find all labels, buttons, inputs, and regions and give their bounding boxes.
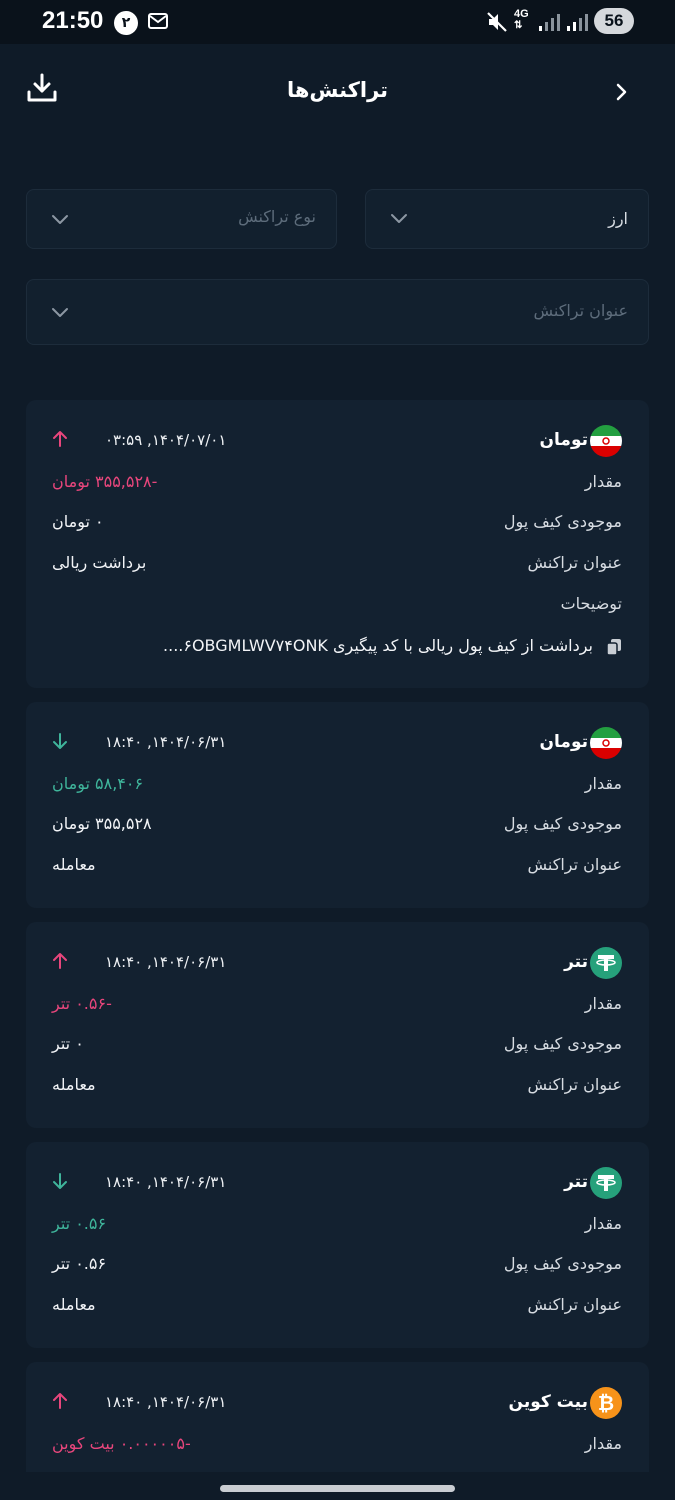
balance-value: ۳۵۵,۵۲۸ تومان (52, 814, 152, 833)
amount-row: مقدار ۰.۵۶ تتر (26, 1214, 649, 1244)
transaction-card[interactable]: تتر ۱۸:۴۰ ,۱۴۰۴/۰۶/۳۱ مقدار -۰.۵۶ تتر مو… (26, 922, 649, 1128)
balance-value: ۰ تومان (52, 512, 104, 531)
amount-value: -۰.۰۰۰۰۰۵ بیت کوین (52, 1434, 191, 1453)
transaction-header: تتر ۱۸:۴۰ ,۱۴۰۴/۰۶/۳۱ (26, 1167, 649, 1202)
svg-text:₿: ₿ (598, 1391, 614, 1415)
transaction-title-placeholder: عنوان تراکنش (533, 301, 629, 320)
arrow-up-icon (53, 431, 67, 447)
mute-icon (487, 12, 507, 32)
amount-row: مقدار -۰.۵۶ تتر (26, 994, 649, 1024)
currency-name: تتر (564, 952, 588, 972)
transaction-card[interactable]: تتر ۱۸:۴۰ ,۱۴۰۴/۰۶/۳۱ مقدار ۰.۵۶ تتر موج… (26, 1142, 649, 1348)
transaction-card[interactable]: تومان ۱۸:۴۰ ,۱۴۰۴/۰۶/۳۱ مقدار ۵۸,۴۰۶ توم… (26, 702, 649, 908)
transaction-header: ₿ بیت کوین ۱۸:۴۰ ,۱۴۰۴/۰۶/۳۱ (26, 1387, 649, 1422)
status-time: 21:50 (42, 7, 104, 34)
transaction-type-filter-select[interactable]: نوع تراکنش (26, 189, 337, 249)
amount-value: ۰.۵۶ تتر (52, 1214, 107, 1233)
network-type: 4G ⇅ (514, 8, 529, 32)
tether-icon (590, 947, 622, 979)
description-label: توضیحات (560, 594, 622, 613)
tx-title-label: عنوان تراکنش (527, 855, 623, 874)
balance-label: موجودی کیف پول (503, 512, 622, 531)
currency-name: تومان (539, 430, 588, 450)
tether-icon (590, 1167, 622, 1199)
title-row: عنوان تراکنش معامله (26, 1075, 649, 1105)
transaction-datetime: ۱۸:۴۰ ,۱۴۰۴/۰۶/۳۱ (105, 1173, 227, 1191)
amount-value: -۰.۵۶ تتر (52, 994, 112, 1013)
bitcoin-icon: ₿ (590, 1387, 622, 1419)
transaction-datetime: ۱۸:۴۰ ,۱۴۰۴/۰۶/۳۱ (105, 733, 227, 751)
tx-title-label: عنوان تراکنش (527, 553, 623, 572)
iran-flag-icon (590, 425, 622, 457)
chevron-down-icon (52, 308, 68, 317)
chevron-down-icon (52, 215, 68, 224)
currency-name: بیت کوین (508, 1392, 588, 1412)
page-title: تراکنش‌ها (286, 78, 389, 102)
currency-filter-select[interactable]: ارز (365, 189, 649, 249)
title-row: عنوان تراکنش معامله (26, 855, 649, 885)
arrow-down-icon (53, 1173, 67, 1189)
mail-icon (148, 13, 168, 29)
transaction-type-placeholder: نوع تراکنش (238, 207, 316, 226)
data-arrows-icon: ⇅ (514, 20, 523, 31)
chevron-down-icon (391, 214, 407, 223)
status-bar: 21:50 ۲ 4G ⇅ 56 (0, 0, 675, 44)
balance-label: موجودی کیف پول (503, 1254, 622, 1273)
description-value: برداشت از کیف پول ریالی با کد پیگیری ۶OB… (163, 636, 593, 655)
currency-filter-value: ارز (608, 209, 628, 228)
currency-name: تتر (564, 1172, 588, 1192)
tx-title-label: عنوان تراکنش (527, 1295, 623, 1314)
balance-row: موجودی کیف پول ۰.۵۶ تتر (26, 1254, 649, 1284)
transaction-title-filter-select[interactable]: عنوان تراکنش (26, 279, 649, 345)
amount-row: مقدار -۳۵۵,۵۲۸ تومان (26, 472, 649, 502)
title-row: عنوان تراکنش معامله (26, 1295, 649, 1325)
currency-name: تومان (539, 732, 588, 752)
amount-row: مقدار -۰.۰۰۰۰۰۵ بیت کوین (26, 1434, 649, 1464)
amount-value: ۵۸,۴۰۶ تومان (52, 774, 144, 793)
tx-title-value: معامله (52, 1075, 96, 1094)
arrow-up-icon (53, 953, 67, 969)
amount-label: مقدار (584, 1214, 622, 1233)
transaction-datetime: ۰۳:۵۹ ,۱۴۰۴/۰۷/۰۱ (105, 431, 227, 449)
tx-title-value: معامله (52, 1295, 96, 1314)
notification-count-badge: ۲ (114, 11, 138, 35)
description-row: برداشت از کیف پول ریالی با کد پیگیری ۶OB… (26, 636, 649, 666)
iran-flag-icon (590, 727, 622, 759)
signal-icon (567, 14, 588, 31)
transaction-header: تومان ۱۸:۴۰ ,۱۴۰۴/۰۶/۳۱ (26, 727, 649, 762)
battery-indicator: 56 (594, 8, 634, 34)
transaction-card[interactable]: تومان ۰۳:۵۹ ,۱۴۰۴/۰۷/۰۱ مقدار -۳۵۵,۵۲۸ ت… (26, 400, 649, 688)
balance-row: موجودی کیف پول ۳۵۵,۵۲۸ تومان (26, 814, 649, 844)
balance-value: ۰ تتر (52, 1034, 84, 1053)
app-header: تراکنش‌ها (0, 44, 675, 140)
balance-label: موجودی کیف پول (503, 814, 622, 833)
amount-row: مقدار ۵۸,۴۰۶ تومان (26, 774, 649, 804)
amount-label: مقدار (584, 994, 622, 1013)
description-label-row: توضیحات (26, 594, 649, 624)
amount-value: -۳۵۵,۵۲۸ تومان (52, 472, 158, 491)
tx-title-value: معامله (52, 855, 96, 874)
transaction-datetime: ۱۸:۴۰ ,۱۴۰۴/۰۶/۳۱ (105, 953, 227, 971)
arrow-down-icon (53, 733, 67, 749)
transaction-header: تتر ۱۸:۴۰ ,۱۴۰۴/۰۶/۳۱ (26, 947, 649, 982)
amount-label: مقدار (584, 1434, 622, 1453)
arrow-up-icon (53, 1393, 67, 1409)
tx-title-value: برداشت ریالی (52, 553, 147, 572)
balance-row: موجودی کیف پول ۰ تتر (26, 1034, 649, 1064)
transaction-header: تومان ۰۳:۵۹ ,۱۴۰۴/۰۷/۰۱ (26, 425, 649, 460)
balance-value: ۰.۵۶ تتر (52, 1254, 107, 1273)
copy-icon[interactable] (605, 638, 623, 656)
tx-title-label: عنوان تراکنش (527, 1075, 623, 1094)
transaction-datetime: ۱۸:۴۰ ,۱۴۰۴/۰۶/۳۱ (105, 1393, 227, 1411)
amount-label: مقدار (584, 774, 622, 793)
signal-icon (539, 14, 560, 31)
home-indicator[interactable] (220, 1485, 455, 1492)
balance-label: موجودی کیف پول (503, 1034, 622, 1053)
chevron-right-icon[interactable] (612, 82, 630, 102)
title-row: عنوان تراکنش برداشت ریالی (26, 553, 649, 583)
amount-label: مقدار (584, 472, 622, 491)
balance-row: موجودی کیف پول ۰ تومان (26, 512, 649, 542)
